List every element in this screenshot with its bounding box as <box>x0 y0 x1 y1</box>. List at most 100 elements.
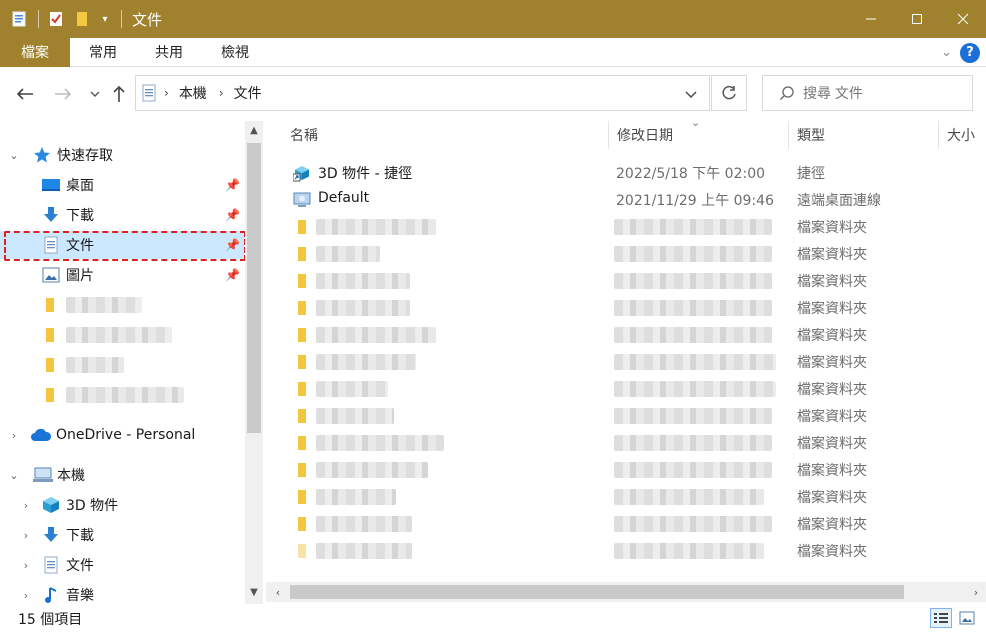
folder-icon <box>292 541 312 561</box>
nav-item-folder[interactable] <box>0 381 245 409</box>
pin-icon[interactable]: 📌 <box>225 208 240 222</box>
large-icons-view-button[interactable] <box>956 608 978 628</box>
file-row[interactable]: 3D 物件 - 捷徑 2022/5/18 下午 02:00 捷徑 <box>286 159 976 186</box>
nav-item-folder[interactable] <box>0 351 245 379</box>
scroll-down-icon[interactable]: ▼ <box>245 583 263 601</box>
file-row[interactable]: 檔案資料夾 <box>286 213 976 240</box>
search-input[interactable] <box>803 85 953 101</box>
nav-item-desktop[interactable]: 桌面 📌 <box>0 171 245 199</box>
refresh-button[interactable] <box>711 75 747 111</box>
expand-chevron-icon[interactable]: › <box>20 499 32 512</box>
expand-ribbon-icon[interactable]: ⌄ <box>941 45 952 60</box>
forward-button[interactable] <box>50 81 76 107</box>
window-controls <box>848 0 986 38</box>
file-row[interactable]: 檔案資料夾 <box>286 429 976 456</box>
properties-icon[interactable] <box>47 10 65 28</box>
collapse-chevron-icon[interactable]: ⌄ <box>8 469 20 482</box>
file-type: 檔案資料夾 <box>797 301 867 317</box>
column-header-name[interactable]: 名稱 <box>290 121 318 149</box>
search-box[interactable] <box>762 75 973 111</box>
nav-item-folder[interactable] <box>0 291 245 319</box>
pin-icon[interactable]: 📌 <box>225 178 240 192</box>
tab-share[interactable]: 共用 <box>136 38 202 67</box>
expand-chevron-icon[interactable]: › <box>20 589 32 602</box>
file-row[interactable]: 檔案資料夾 <box>286 375 976 402</box>
nav-onedrive[interactable]: › OneDrive - Personal <box>0 421 245 449</box>
view-buttons <box>930 608 978 628</box>
tab-view[interactable]: 檢視 <box>202 38 268 67</box>
minimize-button[interactable] <box>848 0 894 38</box>
maximize-button[interactable] <box>894 0 940 38</box>
redacted-name <box>316 489 396 505</box>
customize-toolbar-dropdown-icon[interactable]: ▾ <box>99 10 111 28</box>
expand-chevron-icon[interactable]: › <box>8 429 20 442</box>
file-date: 2021/11/29 上午 09:46 <box>616 193 774 209</box>
folder-icon <box>292 406 312 426</box>
chevron-down-icon <box>90 91 100 97</box>
nav-item-downloads[interactable]: 下載 📌 <box>0 201 245 229</box>
scroll-left-icon[interactable]: ‹ <box>268 582 288 602</box>
scroll-right-icon[interactable]: › <box>966 582 986 602</box>
file-row[interactable]: 檔案資料夾 <box>286 537 976 564</box>
redacted-date <box>614 327 772 343</box>
expand-chevron-icon[interactable]: › <box>20 529 32 542</box>
up-button[interactable] <box>106 81 132 107</box>
file-row[interactable]: 檔案資料夾 <box>286 402 976 429</box>
file-row[interactable]: 檔案資料夾 <box>286 483 976 510</box>
download-icon <box>41 205 61 225</box>
nav-item-downloads-pc[interactable]: › 下載 <box>0 521 245 549</box>
breadcrumb-documents[interactable]: 文件 <box>234 83 262 103</box>
tab-file[interactable]: 檔案 <box>0 37 70 67</box>
breadcrumb-this-pc[interactable]: 本機 <box>179 83 207 103</box>
nav-this-pc[interactable]: ⌄ 本機 <box>0 461 245 489</box>
scroll-up-icon[interactable]: ▲ <box>245 121 263 139</box>
nav-item-3d-objects[interactable]: › 3D 物件 <box>0 491 245 519</box>
scrollbar-thumb[interactable] <box>247 143 261 433</box>
new-folder-icon[interactable] <box>73 10 91 28</box>
redacted-name <box>316 381 388 397</box>
recent-locations-button[interactable] <box>82 81 108 107</box>
details-view-button[interactable] <box>930 608 952 628</box>
column-divider[interactable] <box>938 121 939 149</box>
file-row[interactable]: 檔案資料夾 <box>286 240 976 267</box>
help-icon[interactable]: ? <box>960 42 980 63</box>
address-dropdown-icon[interactable] <box>685 87 697 103</box>
file-row[interactable]: 檔案資料夾 <box>286 267 976 294</box>
column-header-size[interactable]: 大小 <box>947 121 975 149</box>
pin-icon[interactable]: 📌 <box>225 268 240 282</box>
forward-arrow-icon <box>55 88 72 100</box>
nav-quick-access[interactable]: ⌄ 快速存取 <box>0 141 245 169</box>
redacted-date <box>614 273 772 289</box>
nav-item-music[interactable]: › 音樂 <box>0 581 245 604</box>
breadcrumb-separator-icon: › <box>218 86 224 100</box>
column-header-date[interactable]: 修改日期 <box>617 121 673 149</box>
file-row[interactable]: 檔案資料夾 <box>286 294 976 321</box>
tab-home[interactable]: 常用 <box>70 38 136 67</box>
file-row[interactable]: 檔案資料夾 <box>286 321 976 348</box>
expand-chevron-icon[interactable]: › <box>20 559 32 572</box>
file-row[interactable]: 檔案資料夾 <box>286 510 976 537</box>
document-icon <box>142 84 156 102</box>
scrollbar-thumb[interactable] <box>290 585 904 599</box>
close-icon <box>957 13 969 25</box>
close-button[interactable] <box>940 0 986 38</box>
back-button[interactable] <box>12 81 38 107</box>
collapse-chevron-icon[interactable]: ⌄ <box>8 149 20 162</box>
address-bar[interactable]: › 本機 › 文件 <box>135 75 710 111</box>
cube-icon <box>41 495 61 515</box>
horizontal-scrollbar[interactable]: ‹ › <box>266 582 986 602</box>
file-row[interactable]: Default 2021/11/29 上午 09:46 遠端桌面連線 <box>286 186 976 213</box>
nav-item-documents-pc[interactable]: › 文件 <box>0 551 245 579</box>
nav-item-pictures[interactable]: 圖片 📌 <box>0 261 245 289</box>
file-type: 檔案資料夾 <box>797 436 867 452</box>
file-type: 檔案資料夾 <box>797 409 867 425</box>
nav-scrollbar[interactable]: ▲ ▼ <box>245 121 263 604</box>
file-row[interactable]: 檔案資料夾 <box>286 348 976 375</box>
nav-item-label: 圖片 <box>66 268 94 284</box>
column-divider[interactable] <box>788 121 789 149</box>
column-header-type[interactable]: 類型 <box>797 121 825 149</box>
redacted-label <box>66 387 184 403</box>
file-row[interactable]: 檔案資料夾 <box>286 456 976 483</box>
nav-item-folder[interactable] <box>0 321 245 349</box>
column-divider[interactable] <box>608 121 609 149</box>
